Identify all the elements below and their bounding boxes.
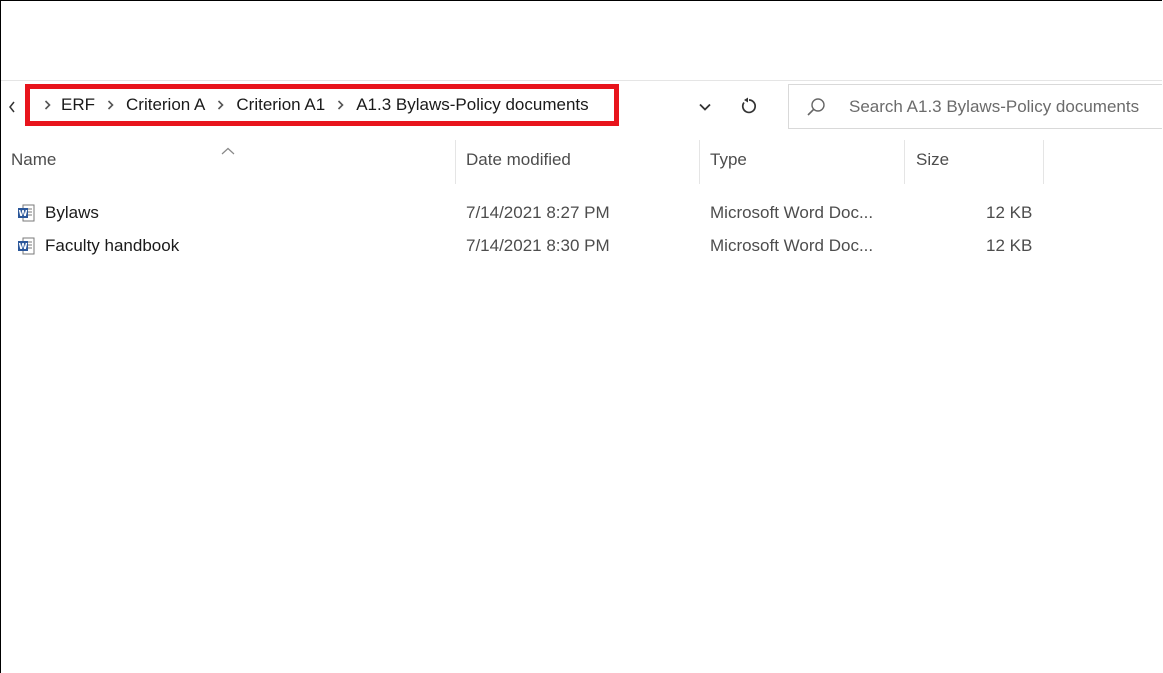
file-name-cell[interactable]: W Bylaws <box>17 196 99 229</box>
word-document-icon: W <box>17 204 35 222</box>
chevron-right-icon <box>338 99 344 110</box>
file-type: Microsoft Word Doc... <box>710 202 874 222</box>
file-size: 12 KB <box>986 235 1033 255</box>
column-divider[interactable] <box>904 140 905 184</box>
svg-text:W: W <box>19 209 28 218</box>
search-box[interactable]: Search A1.3 Bylaws-Policy documents <box>788 84 1162 129</box>
file-name: Bylaws <box>45 202 99 222</box>
address-history-dropdown-button[interactable] <box>691 93 719 121</box>
column-divider[interactable] <box>1043 140 1044 184</box>
chevron-right-icon <box>218 99 225 110</box>
file-row-bylaws[interactable]: W Bylaws 7/14/2021 8:27 PM Microsoft Wor… <box>1 196 1162 229</box>
column-header-type[interactable]: Type <box>710 134 747 186</box>
chevron-left-icon <box>9 101 15 113</box>
file-size: 12 KB <box>986 202 1033 222</box>
svg-text:W: W <box>19 242 28 251</box>
breadcrumb-separator[interactable] <box>337 98 344 113</box>
refresh-icon <box>741 97 756 114</box>
file-name-cell[interactable]: W Faculty handbook <box>17 229 179 262</box>
chevron-right-icon <box>107 99 114 110</box>
search-icon <box>805 96 827 118</box>
ribbon-area <box>2 2 1162 79</box>
search-input[interactable]: Search A1.3 Bylaws-Policy documents <box>849 97 1139 117</box>
sort-ascending-caret-icon <box>221 142 235 160</box>
breadcrumb-separator[interactable] <box>44 98 51 113</box>
refresh-button[interactable] <box>734 91 764 121</box>
breadcrumb-separator[interactable] <box>107 98 114 113</box>
file-type: Microsoft Word Doc... <box>710 235 874 255</box>
column-header-size[interactable]: Size <box>916 134 949 186</box>
column-divider[interactable] <box>455 140 456 184</box>
breadcrumb-overflow-chevron[interactable] <box>9 101 15 116</box>
column-header-date-modified[interactable]: Date modified <box>466 134 571 186</box>
breadcrumb-item-erf[interactable]: ERF <box>61 95 95 115</box>
breadcrumb-separator[interactable] <box>217 98 225 113</box>
breadcrumb[interactable]: ERF Criterion A Criterion A1 A1.3 Bylaws… <box>25 84 619 126</box>
breadcrumb-item-criterion-a1[interactable]: Criterion A1 <box>236 95 325 115</box>
column-divider[interactable] <box>699 140 700 184</box>
file-row-faculty-handbook[interactable]: W Faculty handbook 7/14/2021 8:30 PM Mic… <box>1 229 1162 262</box>
breadcrumb-item-current-folder[interactable]: A1.3 Bylaws-Policy documents <box>356 95 588 115</box>
file-name: Faculty handbook <box>45 235 180 255</box>
chevron-down-icon <box>699 103 711 111</box>
column-header-name[interactable]: Name <box>11 134 56 186</box>
column-header-row: Name Date modified Type Size <box>1 134 1162 186</box>
file-date-modified: 7/14/2021 8:30 PM <box>466 235 610 255</box>
address-row: ERF Criterion A Criterion A1 A1.3 Bylaws… <box>1 80 1162 135</box>
word-document-icon: W <box>17 237 35 255</box>
chevron-right-icon <box>44 99 51 110</box>
file-date-modified: 7/14/2021 8:27 PM <box>466 202 610 222</box>
file-explorer-window: ERF Criterion A Criterion A1 A1.3 Bylaws… <box>0 0 1162 673</box>
breadcrumb-item-criterion-a[interactable]: Criterion A <box>126 95 205 115</box>
file-list: W Bylaws 7/14/2021 8:27 PM Microsoft Wor… <box>1 196 1162 262</box>
